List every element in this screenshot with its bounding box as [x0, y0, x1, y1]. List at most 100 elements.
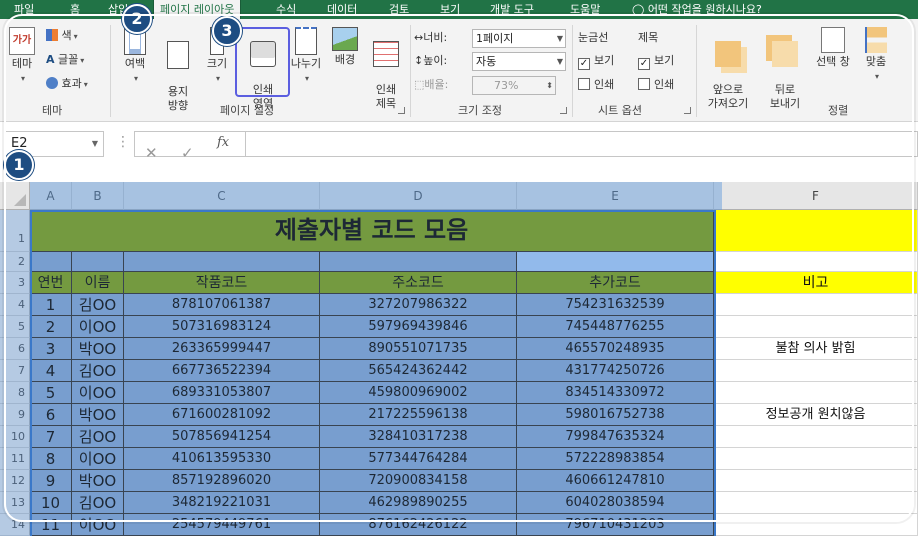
cell-a4[interactable]: 1 [30, 294, 72, 316]
cell-e8[interactable]: 834514330972 [517, 382, 714, 404]
cell-b2[interactable] [72, 252, 124, 272]
cell-c6[interactable]: 263365999447 [124, 338, 320, 360]
tab-help[interactable]: 도움말 [570, 0, 600, 19]
row-header-13[interactable]: 13 [0, 492, 30, 514]
row-header-2[interactable]: 2 [0, 252, 30, 272]
cell-e6[interactable]: 465570248935 [517, 338, 714, 360]
sheet-options-dialog-launcher-icon[interactable] [684, 107, 691, 114]
cancel-icon[interactable]: ✕ [145, 144, 158, 162]
tab-review[interactable]: 검토 [389, 0, 409, 19]
cell-b8[interactable]: 이OO [72, 382, 124, 404]
column-header-b[interactable]: B [72, 182, 124, 210]
cell-c11[interactable]: 410613595330 [124, 448, 320, 470]
cell-d5[interactable]: 597969439846 [320, 316, 517, 338]
row-header-1[interactable]: 1 [0, 210, 30, 252]
row-header-14[interactable]: 14 [0, 514, 30, 536]
cell-a5[interactable]: 2 [30, 316, 72, 338]
theme-colors-button[interactable]: 색 ▾ [46, 27, 78, 45]
cell-e14[interactable]: 796710431203 [517, 514, 714, 536]
cell-d6[interactable]: 890551071735 [320, 338, 517, 360]
row-header-11[interactable]: 11 [0, 448, 30, 470]
cell-b5[interactable]: 이OO [72, 316, 124, 338]
row-header-5[interactable]: 5 [0, 316, 30, 338]
cell-b11[interactable]: 이OO [72, 448, 124, 470]
tell-me-search[interactable]: ◯ 어떤 작업을 원하시나요? [632, 0, 762, 19]
cell-e11[interactable]: 572228983854 [517, 448, 714, 470]
bring-forward-button[interactable]: 앞으로 가져오기 [700, 27, 756, 125]
cell-b10[interactable]: 김OO [72, 426, 124, 448]
row-header-9[interactable]: 9 [0, 404, 30, 426]
cell-a6[interactable]: 3 [30, 338, 72, 360]
active-cell-e2[interactable] [517, 252, 714, 272]
row-header-10[interactable]: 10 [0, 426, 30, 448]
header-cell-d[interactable]: 주소코드 [320, 272, 517, 294]
header-cell-e[interactable]: 추가코드 [517, 272, 714, 294]
cell-c4[interactable]: 878107061387 [124, 294, 320, 316]
cell-d7[interactable]: 565424362442 [320, 360, 517, 382]
height-select[interactable]: 자동 ▼ [472, 52, 566, 71]
cell-f1[interactable] [714, 210, 918, 252]
cell-f14[interactable] [714, 514, 918, 536]
cell-e13[interactable]: 604028038594 [517, 492, 714, 514]
row-header-8[interactable]: 8 [0, 382, 30, 404]
tab-file[interactable]: 파일 [14, 0, 34, 19]
cell-d9[interactable]: 217225596138 [320, 404, 517, 426]
cell-e9[interactable]: 598016752738 [517, 404, 714, 426]
cell-e5[interactable]: 745448776255 [517, 316, 714, 338]
header-cell-c[interactable]: 작품코드 [124, 272, 320, 294]
formula-input[interactable] [246, 131, 918, 157]
tab-developer[interactable]: 개발 도구 [490, 0, 534, 19]
cell-b7[interactable]: 김OO [72, 360, 124, 382]
cell-d11[interactable]: 577344764284 [320, 448, 517, 470]
cell-e7[interactable]: 431774250726 [517, 360, 714, 382]
send-backward-button[interactable]: 뒤로 보내기 [760, 27, 810, 125]
tab-formulas[interactable]: 수식 [276, 0, 296, 19]
cell-b9[interactable]: 박OO [72, 404, 124, 426]
cell-d10[interactable]: 328410317238 [320, 426, 517, 448]
theme-effects-button[interactable]: 효과 ▾ [46, 75, 88, 93]
cell-d13[interactable]: 462989890255 [320, 492, 517, 514]
cell-a7[interactable]: 4 [30, 360, 72, 382]
row-header-4[interactable]: 4 [0, 294, 30, 316]
column-header-a[interactable]: A [30, 182, 72, 210]
cell-a10[interactable]: 7 [30, 426, 72, 448]
row-header-12[interactable]: 12 [0, 470, 30, 492]
cell-c2[interactable] [124, 252, 320, 272]
gridlines-print-checkbox[interactable]: 인쇄 [578, 76, 614, 94]
cell-d14[interactable]: 876162426122 [320, 514, 517, 536]
headings-view-checkbox[interactable]: ✓ 보기 [638, 52, 674, 70]
column-header-c[interactable]: C [124, 182, 320, 210]
cell-d4[interactable]: 327207986322 [320, 294, 517, 316]
page-setup-dialog-launcher-icon[interactable] [398, 107, 405, 114]
cell-e10[interactable]: 799847635324 [517, 426, 714, 448]
orientation-button[interactable]: 용지 방향 [158, 27, 198, 127]
cell-a13[interactable]: 10 [30, 492, 72, 514]
margins-button[interactable]: 여백 ▾ [116, 27, 154, 86]
cell-a11[interactable]: 8 [30, 448, 72, 470]
enter-icon[interactable]: ✓ [181, 144, 194, 162]
selection-pane-button[interactable]: 선택 창 [810, 27, 856, 69]
cell-f8[interactable] [714, 382, 918, 404]
cell-d2[interactable] [320, 252, 517, 272]
background-button[interactable]: 배경 [328, 27, 362, 67]
cell-d12[interactable]: 720900834158 [320, 470, 517, 492]
insert-function-icon[interactable]: fx [217, 135, 229, 150]
scale-dialog-launcher-icon[interactable] [560, 107, 567, 114]
column-header-e[interactable]: E [517, 182, 714, 210]
cell-b13[interactable]: 김OO [72, 492, 124, 514]
cell-c5[interactable]: 507316983124 [124, 316, 320, 338]
row-header-6[interactable]: 6 [0, 338, 30, 360]
cell-b14[interactable]: 이OO [72, 514, 124, 536]
cell-f2[interactable] [714, 252, 918, 272]
theme-fonts-button[interactable]: A 글꼴 ▾ [46, 51, 84, 69]
row-header-7[interactable]: 7 [0, 360, 30, 382]
headings-print-checkbox[interactable]: 인쇄 [638, 76, 674, 94]
title-cell[interactable]: 제출자별 코드 모음 [30, 210, 714, 252]
cell-f7[interactable] [714, 360, 918, 382]
cell-f5[interactable] [714, 316, 918, 338]
cell-a9[interactable]: 6 [30, 404, 72, 426]
cell-f4[interactable] [714, 294, 918, 316]
cell-c12[interactable]: 857192896020 [124, 470, 320, 492]
header-cell-b[interactable]: 이름 [72, 272, 124, 294]
width-select[interactable]: 1페이지 ▼ [472, 29, 566, 48]
